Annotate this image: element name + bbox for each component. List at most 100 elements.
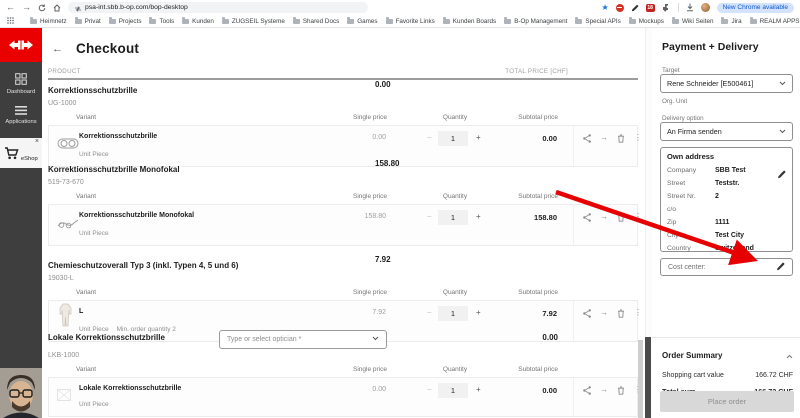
pen-extension-icon[interactable] (631, 0, 639, 17)
edit-address-pencil-icon[interactable] (777, 166, 786, 184)
extensions-puzzle-icon[interactable] (662, 0, 671, 17)
bookmark-item[interactable]: Tools (149, 17, 174, 25)
browser-chrome: ← → psa-int.sbb.b-op.com/bop-desktop ★ 1… (0, 0, 800, 28)
move-icon[interactable]: → (600, 386, 608, 394)
edit-cost-center-pencil-icon[interactable] (776, 262, 785, 273)
sbb-logo[interactable] (0, 28, 42, 62)
downloads-icon[interactable] (686, 0, 694, 17)
kebab-menu-icon[interactable]: ⋮ (634, 213, 642, 221)
bookmark-item[interactable]: Favorite Links (385, 17, 435, 25)
user-photo[interactable] (0, 368, 42, 418)
bookmark-item[interactable]: Privat (74, 17, 101, 25)
trash-icon[interactable] (617, 134, 625, 145)
bookmark-item[interactable]: Kunden Boards (442, 17, 496, 25)
cart-value-label: Shopping cart value (662, 372, 724, 379)
bookmark-item[interactable]: Projects (108, 17, 141, 25)
folder-icon (504, 17, 512, 24)
downloader-extension-icon[interactable]: 18 (645, 3, 655, 12)
sidebar-item-dashboard[interactable]: Dashboard (0, 73, 42, 95)
share-icon[interactable] (583, 309, 591, 320)
apps-grid-icon[interactable] (7, 16, 14, 26)
coverall-image (59, 303, 72, 332)
bookmark-item[interactable]: Special APIs (575, 17, 621, 25)
quantity-decrease-button[interactable]: − (427, 385, 432, 394)
target-select[interactable]: Rene Schneider [E500461] (660, 74, 793, 93)
col-single-price: Single price (353, 289, 387, 296)
screen: ← → psa-int.sbb.b-op.com/bop-desktop ★ 1… (0, 0, 800, 418)
delivery-option-select[interactable]: An Firma senden (660, 122, 793, 141)
bookmark-star-icon[interactable]: ★ (601, 3, 608, 12)
quantity-increase-button[interactable]: + (476, 212, 481, 221)
place-order-button[interactable]: Place order (660, 391, 794, 412)
chrome-update-chip[interactable]: New Chrome available (716, 2, 794, 13)
share-icon[interactable] (583, 386, 591, 397)
col-single-price: Single price (353, 366, 387, 373)
cost-center-label: Cost center: (668, 263, 706, 271)
panel-scrollbar-thumb[interactable] (645, 337, 651, 418)
bookmark-item[interactable]: Shared Docs (292, 17, 339, 25)
bookmark-item[interactable]: Wiki Seiten (671, 17, 713, 25)
url-bar[interactable]: psa-int.sbb.b-op.com/bop-desktop (68, 2, 368, 13)
reload-icon[interactable] (38, 0, 46, 17)
cart-value: 166.72 CHF (755, 372, 793, 379)
bookmark-item[interactable]: REALM APPS (749, 17, 800, 25)
folder-icon (749, 17, 757, 24)
bookmark-item[interactable]: Heimnetz (30, 17, 67, 25)
cost-center-field[interactable]: Cost center: (660, 258, 793, 276)
main-scrollbar[interactable] (638, 340, 643, 418)
site-info-icon[interactable] (75, 0, 81, 17)
optician-select[interactable]: Type or select optician * (219, 330, 387, 349)
move-icon[interactable]: → (600, 309, 608, 317)
quantity-input[interactable]: 1 (438, 210, 468, 225)
trash-icon[interactable] (617, 386, 625, 397)
quantity-input[interactable]: 1 (438, 383, 468, 398)
home-icon[interactable] (53, 0, 61, 17)
trash-icon[interactable] (617, 309, 625, 320)
forward-icon[interactable]: → (22, 3, 31, 12)
kebab-menu-icon[interactable]: ⋮ (634, 309, 642, 317)
subtotal-price: 158.80 (534, 213, 557, 222)
quantity-increase-button[interactable]: + (476, 133, 481, 142)
trash-icon[interactable] (617, 213, 625, 224)
kebab-menu-icon[interactable]: ⋮ (634, 134, 642, 142)
street-nr-value: 2 (715, 193, 719, 200)
product-total: 0.00 (542, 333, 558, 342)
bookmark-item[interactable]: Mockups (628, 17, 664, 25)
target-value: Rene Schneider [E500461] (667, 79, 754, 88)
back-icon[interactable]: ← (6, 3, 15, 12)
move-icon[interactable]: → (600, 213, 608, 221)
single-price: 0.00 (372, 386, 386, 393)
sidebar-item-eshop-active[interactable]: × eShop (0, 138, 42, 168)
share-icon[interactable] (583, 213, 591, 224)
bookmark-item[interactable]: ZUGSEIL Systeme (221, 17, 285, 25)
city-value: Test City (715, 232, 745, 239)
collapse-chevron-up-icon[interactable] (786, 346, 793, 364)
quantity-decrease-button[interactable]: − (427, 308, 432, 317)
profile-avatar[interactable] (700, 3, 710, 12)
col-subtotal: Subtotal price (518, 114, 558, 121)
optician-placeholder: Type or select optician * (227, 336, 302, 343)
unit-label: Unit Piece (79, 151, 109, 158)
adblock-extension-icon[interactable] (615, 3, 624, 12)
single-price: 0.00 (372, 134, 386, 141)
bookmark-item[interactable]: Kunden (182, 17, 214, 25)
quantity-increase-button[interactable]: + (476, 385, 481, 394)
bookmark-item[interactable]: Games (347, 17, 378, 25)
close-icon[interactable]: × (35, 138, 39, 145)
bookmark-item[interactable]: Jira (721, 17, 742, 25)
quantity-input[interactable]: 1 (438, 131, 468, 146)
col-subtotal: Subtotal price (518, 289, 558, 296)
product-group: Korrektionsschutzbrille 0.00 UG-1000 Var… (48, 80, 642, 167)
quantity-increase-button[interactable]: + (476, 308, 481, 317)
quantity-decrease-button[interactable]: − (427, 212, 432, 221)
single-price: 158.80 (364, 213, 386, 220)
back-button[interactable]: ← (52, 43, 63, 55)
quantity-decrease-button[interactable]: − (427, 133, 432, 142)
sidebar-item-applications[interactable]: Applications (0, 106, 42, 125)
dashboard-grid-icon (0, 73, 42, 87)
quantity-input[interactable]: 1 (438, 306, 468, 321)
bookmark-item[interactable]: B-Op Management (504, 17, 567, 25)
share-icon[interactable] (583, 134, 591, 145)
subtotal-price: 0.00 (542, 386, 557, 395)
move-icon[interactable]: → (600, 134, 608, 142)
